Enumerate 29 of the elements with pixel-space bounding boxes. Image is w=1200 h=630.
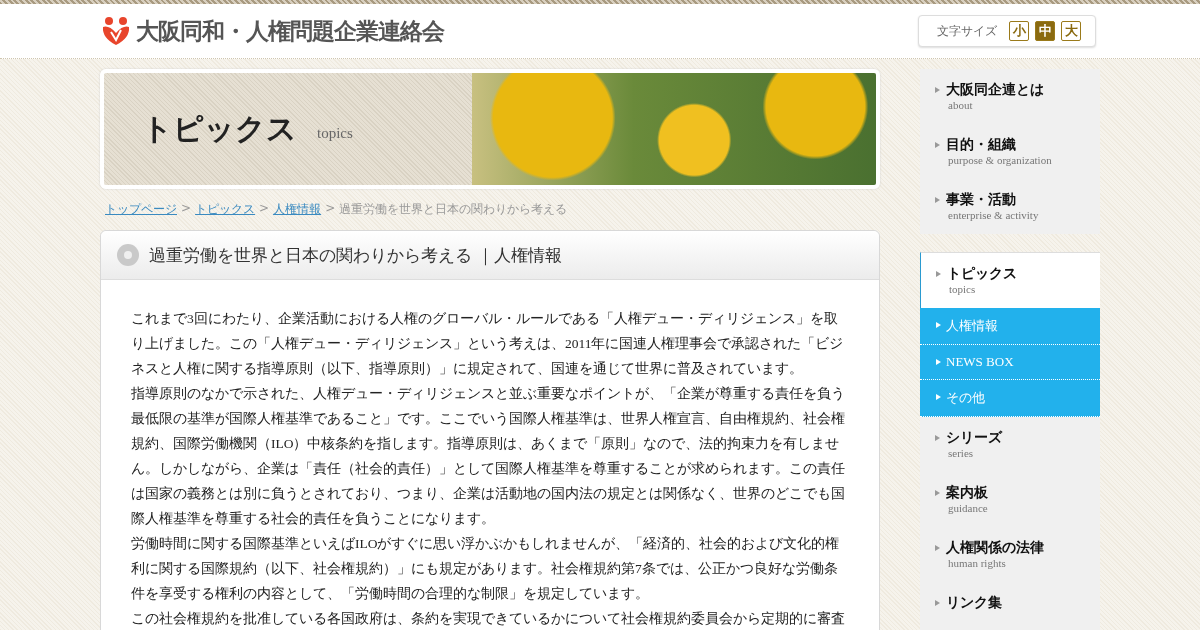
site-title: 大阪同和・人権問題企業連絡会	[136, 16, 444, 46]
nav-item[interactable]: 人権関係の法律 human rights	[920, 527, 1100, 582]
nav-item[interactable]: 事業・活動 enterprise & activity	[920, 179, 1100, 234]
breadcrumb-link[interactable]: 人権情報	[273, 201, 322, 218]
breadcrumb-separator: >	[259, 201, 270, 217]
paragraph: 指導原則のなかで示された、人権デュー・ディリジェンスと並ぶ重要なポイントが、「企業が尊重する責任を負う最低限の基準が国際人権基準であること」です。ここでいう国際人権基準は、世界人権宣言、自由権規約、社会権規約、国際労働機関（ILO）中核条約を指します。指導原則は、あくまで「原則」なので、法的拘束力を有しません。しかしながら、企業は「責任（社会的責任）」として国際人権基準を尊重することが求められます。この責任は国家の義務とは別に負うとされており、つまり、企業は活動地の国内法の規定とは関係なく、世界のどこでも国際人権基準を尊重する社会的責任を負うことになります。	[131, 385, 846, 528]
article-title: 過重労働を世界と日本の関わりから考える ｜人権情報	[149, 243, 563, 267]
breadcrumb-current: 過重労働を世界と日本の関わりから考える	[339, 201, 568, 218]
nav-item[interactable]: シリーズ series	[920, 417, 1100, 472]
nav-item[interactable]: 大阪同企連とは about	[920, 69, 1100, 124]
banner-title: トピックス	[142, 109, 297, 148]
logo-icon	[102, 16, 130, 46]
nav-item[interactable]: 案内板 guidance	[920, 472, 1100, 527]
font-size-button[interactable]: 小	[1009, 21, 1029, 41]
font-size-label: 文字サイズ	[937, 22, 997, 40]
paragraph: これまで3回にわたり、企業活動における人権のグローバル・ルールである「人権デュー・ディリジェンス」を取り上げました。この「人権デュー・ディリジェンス」という考えは、2011年に国連人権理事会で承認された「ビジネスと人権に関する指導原則（以下、指導原則）」に規定されて、国連を通じて世界に普及されています。	[131, 310, 845, 378]
breadcrumb-link[interactable]: トピックス	[195, 201, 256, 218]
breadcrumb-separator: >	[181, 201, 192, 217]
breadcrumb-link[interactable]: トップページ	[105, 201, 177, 218]
paragraph: この社会権規約を批准している各国政府は、条約を実現できているかについて社会権規約委員会から定期的に審査	[131, 610, 846, 628]
paragraph: 労働時間に関する国際基準といえばILOがすぐに思い浮かぶかもしれませんが、「経済的、社会的および文化的権利に関する国際規約（以下、社会権規約）」にも規定があります。社会権規約第7条では、公正かつ良好な労働条件を享受する権利の内容として、「労働時間の合理的な制限」を規定しています。	[131, 535, 841, 603]
font-size-button[interactable]: 中	[1035, 21, 1055, 41]
bullet-icon	[117, 244, 139, 266]
nav-item[interactable]: 目的・組織 purpose & organization	[920, 124, 1100, 179]
banner-subtitle: topics	[317, 124, 353, 142]
nav-item[interactable]: トピックス topics	[920, 252, 1100, 308]
font-size-button[interactable]: 大	[1061, 21, 1081, 41]
breadcrumb-separator: >	[325, 201, 336, 217]
nav-item[interactable]: リンク集	[920, 582, 1100, 630]
